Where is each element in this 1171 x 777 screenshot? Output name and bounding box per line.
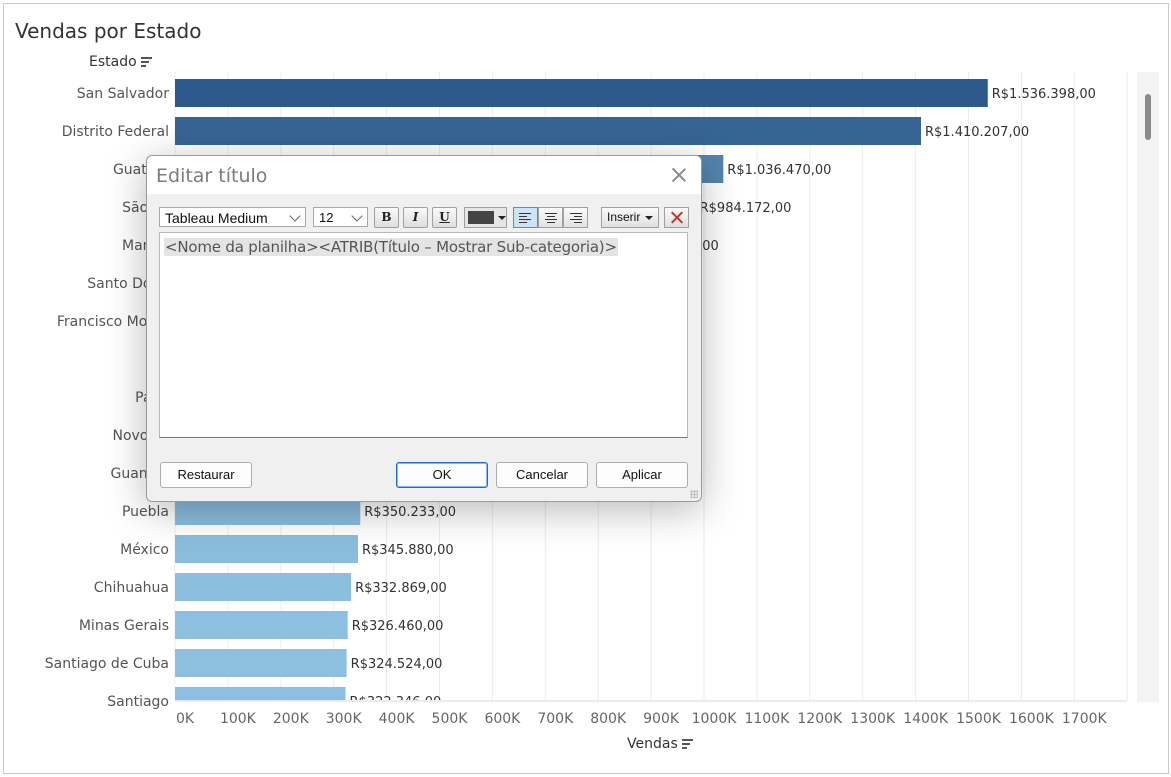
color-swatch	[468, 211, 494, 224]
x-tick-label: 1500K	[956, 711, 1002, 727]
bar-value-label: R$1.410.207,00	[925, 125, 1029, 140]
font-size-value: 12	[319, 210, 334, 225]
x-tick-label: 600K	[484, 711, 521, 727]
dialog-title: Editar título	[156, 165, 268, 187]
font-family-value: Tableau Medium	[165, 210, 268, 226]
font-family-select[interactable]: Tableau Medium	[159, 207, 306, 227]
category-label[interactable]: Distrito Federal	[62, 124, 169, 140]
align-center-button[interactable]	[538, 207, 563, 228]
bar-value-label: R$322.346,00	[350, 695, 442, 710]
category-label[interactable]: Santiago de Cuba	[45, 656, 169, 672]
category-label[interactable]: Santiago	[107, 694, 169, 710]
x-tick-label: 200K	[273, 711, 310, 727]
reset-button[interactable]: Restaurar	[160, 462, 252, 488]
bold-button[interactable]: B	[374, 207, 399, 228]
align-left-button[interactable]	[513, 207, 538, 228]
title-text-editor[interactable]: <Nome da planilha><ATRIB(Título – Mostra…	[159, 232, 688, 438]
bar[interactable]	[175, 79, 988, 107]
close-icon[interactable]	[670, 166, 688, 184]
insert-menu-button[interactable]: Inserir	[601, 207, 659, 228]
dropdown-arrow-icon	[498, 216, 506, 220]
bar[interactable]	[175, 117, 921, 145]
bar-value-label: R$345.880,00	[362, 543, 454, 558]
align-right-button[interactable]	[563, 207, 588, 228]
bar[interactable]	[175, 611, 348, 639]
x-axis-title[interactable]: Vendas	[627, 736, 693, 752]
bar-value-label: R$984.172,00	[700, 201, 792, 216]
category-label[interactable]: Chihuahua	[94, 580, 169, 596]
x-tick-label: 800K	[590, 711, 627, 727]
x-tick-label: 1000K	[692, 711, 738, 727]
bar-value-label: R$1.536.398,00	[992, 87, 1096, 102]
ok-button[interactable]: OK	[396, 462, 488, 488]
edit-title-dialog: Editar título Tableau Medium 12 B I U In…	[146, 155, 702, 502]
title-text-content[interactable]: <Nome da planilha><ATRIB(Título – Mostra…	[164, 238, 618, 256]
text-color-button[interactable]	[464, 207, 507, 228]
category-label[interactable]: San Salvador	[77, 86, 169, 102]
font-size-select[interactable]: 12	[313, 207, 368, 227]
x-tick-label: 1300K	[850, 711, 896, 727]
bar-value-label: R$1.036.470,00	[727, 163, 831, 178]
x-tick-label: 500K	[432, 711, 469, 727]
underline-button[interactable]: U	[432, 207, 457, 228]
cancel-button[interactable]: Cancelar	[496, 462, 588, 488]
dropdown-arrow-icon	[645, 216, 653, 220]
bar[interactable]	[175, 573, 352, 601]
x-tick-label: 1400K	[903, 711, 949, 727]
x-tick-label: 1600K	[1009, 711, 1055, 727]
x-tick-label: 100K	[220, 711, 257, 727]
scrollbar-thumb[interactable]	[1145, 94, 1151, 140]
bar[interactable]	[175, 649, 347, 677]
x-tick-label: 300K	[326, 711, 363, 727]
x-tick-label: 400K	[379, 711, 416, 727]
x-tick-label: 700K	[537, 711, 574, 727]
bar-value-label: R$324.524,00	[351, 657, 443, 672]
category-label[interactable]: Puebla	[122, 504, 169, 520]
bar-value-label: R$332.869,00	[355, 581, 447, 596]
chevron-down-icon	[351, 210, 363, 222]
bar-value-label: R$326.460,00	[352, 619, 444, 634]
sort-icon[interactable]	[681, 739, 693, 749]
apply-button[interactable]: Aplicar	[596, 462, 688, 488]
italic-button[interactable]: I	[403, 207, 428, 228]
x-tick-label: 1100K	[744, 711, 790, 727]
x-axis-title-label: Vendas	[627, 736, 678, 752]
x-tick-label: 1700K	[1062, 711, 1108, 727]
resize-grip-icon[interactable]	[690, 490, 698, 498]
x-tick-label: 1200K	[797, 711, 843, 727]
category-label[interactable]: Minas Gerais	[79, 618, 169, 634]
x-tick-label: 900K	[643, 711, 680, 727]
chevron-down-icon	[289, 210, 301, 222]
insert-label: Inserir	[607, 210, 641, 224]
bar[interactable]	[175, 535, 358, 563]
x-tick-label: 0K	[176, 711, 195, 727]
category-label[interactable]: México	[120, 542, 169, 558]
bar-value-label: R$350.233,00	[364, 505, 456, 520]
vertical-scrollbar[interactable]	[1137, 72, 1159, 702]
dialog-titlebar[interactable]: Editar título	[147, 156, 701, 194]
clear-formatting-icon[interactable]	[664, 207, 689, 228]
